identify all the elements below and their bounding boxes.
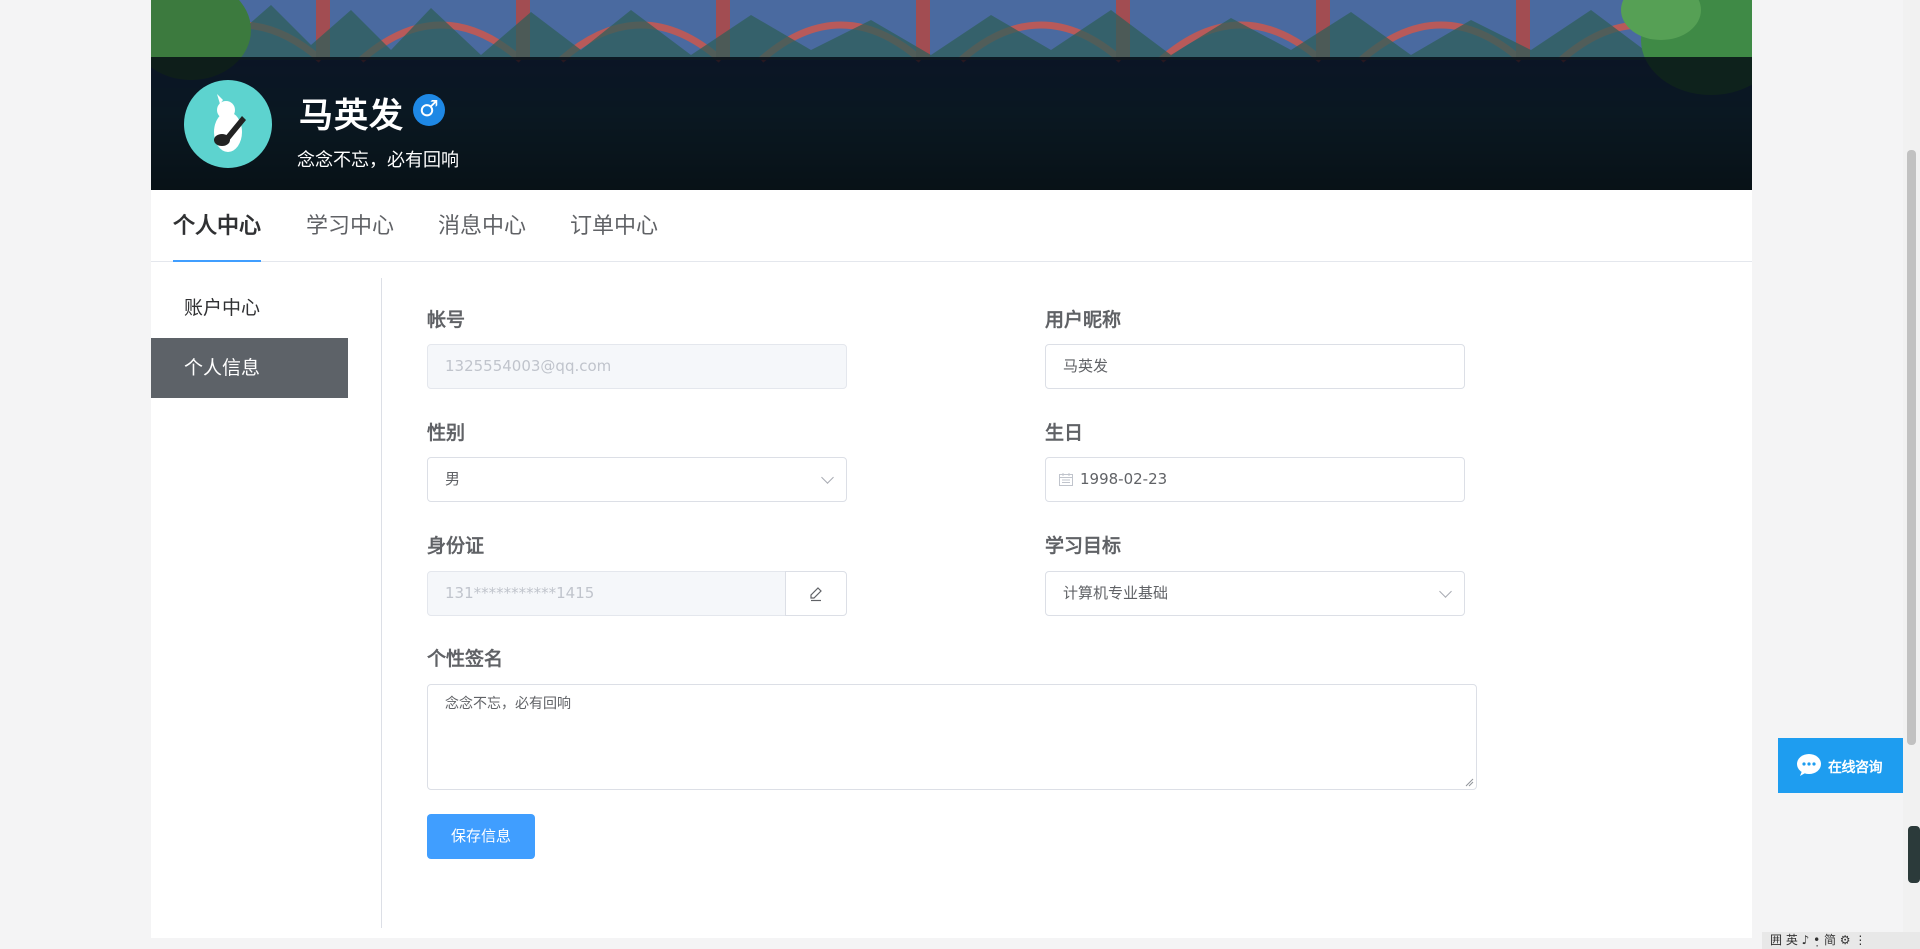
resize-grip-icon[interactable] [1465, 778, 1474, 787]
gender-label: 性别 [427, 422, 466, 444]
save-info-button[interactable]: 保存信息 [427, 814, 535, 859]
goal-label: 学习目标 [1045, 535, 1122, 557]
chat-bubble-icon [1797, 754, 1821, 776]
nickname-label: 用户昵称 [1045, 309, 1122, 331]
avatar[interactable] [184, 80, 272, 168]
sidebar-divider [381, 278, 382, 928]
gender-select[interactable]: 男 [427, 457, 847, 502]
chevron-down-icon [821, 471, 834, 484]
online-consult-button[interactable]: 在线咨询 [1778, 738, 1903, 793]
birthday-label: 生日 [1045, 422, 1084, 444]
user-name: 马英发 [299, 96, 404, 136]
sidebar: 账户中心 个人信息 [151, 278, 348, 398]
edit-pen-icon [810, 587, 822, 602]
account-label: 帐号 [427, 309, 466, 331]
active-tab-indicator [173, 260, 261, 262]
account-field: 1325554003@qq.com [427, 344, 847, 389]
tab-learning-center[interactable]: 学习中心 [306, 208, 394, 262]
online-consult-label: 在线咨询 [1828, 760, 1883, 776]
id-card-label: 身份证 [427, 535, 485, 557]
scrollbar-thumb[interactable] [1907, 150, 1916, 745]
user-motto: 念念不忘，必有回响 [297, 150, 459, 171]
id-card-field: 131***********1415 [427, 571, 786, 616]
main-tabs: 个人中心 学习中心 消息中心 订单中心 [151, 190, 1752, 262]
ime-side-widget[interactable] [1908, 826, 1920, 883]
tab-order-center[interactable]: 订单中心 [570, 208, 658, 262]
sidebar-item-personal-info[interactable]: 个人信息 [151, 338, 348, 398]
goal-select-value: 计算机专业基础 [1063, 584, 1169, 602]
page-scrollbar[interactable] [1903, 0, 1920, 949]
birthday-value: 1998-02-23 [1080, 470, 1168, 488]
profile-banner: 马英发 ♂ 念念不忘，必有回响 [151, 0, 1752, 190]
signature-textarea[interactable]: 念念不忘，必有回响 [427, 684, 1477, 790]
tab-personal-center[interactable]: 个人中心 [173, 208, 261, 262]
birthday-date-picker[interactable]: 1998-02-23 [1045, 457, 1465, 502]
chevron-down-icon [1439, 585, 1452, 598]
ime-toolbar[interactable]: 囲 英 ♪ •̣ 简 ⚙ ⋮ [1762, 932, 1920, 949]
edit-id-card-button[interactable] [785, 571, 847, 616]
sidebar-item-account-center[interactable]: 账户中心 [151, 278, 348, 338]
goal-select[interactable]: 计算机专业基础 [1045, 571, 1465, 616]
gender-select-value: 男 [445, 470, 461, 488]
nickname-input[interactable]: 马英发 [1045, 344, 1465, 389]
profile-page: 马英发 ♂ 念念不忘，必有回响 个人中心 学习中心 消息中心 订单中心 账户中心… [151, 0, 1752, 938]
signature-label: 个性签名 [427, 648, 504, 670]
male-gender-icon: ♂ [413, 94, 445, 126]
signature-text: 念念不忘，必有回响 [445, 696, 571, 712]
calendar-icon [1059, 473, 1073, 486]
tab-message-center[interactable]: 消息中心 [438, 208, 526, 262]
